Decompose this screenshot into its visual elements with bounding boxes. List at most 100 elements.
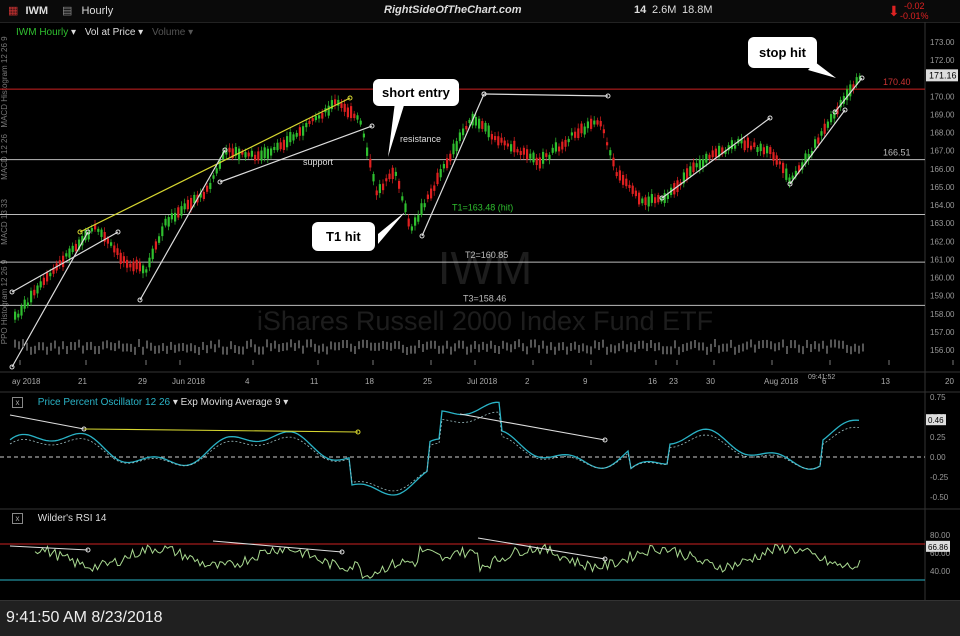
candle-body [154,241,157,250]
volume-label[interactable]: Volume [152,27,185,38]
candle-body [449,153,452,162]
candle-body [606,142,609,146]
date-tick-label: Jun 2018 [172,377,205,386]
volume-bar [490,340,492,349]
volume-bar [58,346,60,355]
volume-bar [786,346,788,355]
volume-bar [54,340,56,349]
candle-body [260,150,263,161]
close-icon[interactable]: x [12,397,23,408]
resistance-label: resistance [400,134,441,144]
volume-bar [126,343,128,352]
candle-body [714,148,717,157]
volume-bar [326,346,328,355]
volume-bar [754,344,756,353]
volume-bar [662,346,664,355]
volume-bar [174,344,176,353]
date-tick-label: 25 [423,377,432,386]
price-tick-label: 166.00 [930,165,955,174]
candle-body [711,150,714,158]
candle-body [366,147,369,156]
volume-bar [202,341,204,350]
candle-body [23,299,26,309]
candle-body [362,133,365,138]
candle-body [388,173,391,180]
volume-bar [750,339,752,348]
volume-bar [846,344,848,353]
volume-bar [334,342,336,351]
candle-body [106,238,109,244]
candle-body [100,229,103,237]
volume-bar [170,341,172,350]
candle-body [244,152,247,158]
volume-bar [530,339,532,348]
candle-body [186,199,189,210]
candle-body [375,190,378,196]
price-tick-label: 168.00 [930,129,955,138]
ppo-tick-label: -0.50 [930,493,949,502]
volume-bar [822,340,824,349]
ppo-signal-label[interactable]: Exp Moving Average 9 [181,397,281,408]
close-icon[interactable]: x [12,513,23,524]
volume-bar [602,339,604,348]
volume-bar [770,341,772,350]
candle-body [151,248,154,260]
date-tick-label: Aug 2018 [764,377,799,386]
ppo-signal-line [9,411,860,492]
candle-body [481,121,484,129]
volume-bar [274,340,276,349]
candle-body [785,168,788,180]
volume-bar [22,339,24,348]
volume-bar [114,343,116,352]
trend-line [139,149,226,301]
volume-bar [434,340,436,349]
volume-bar [638,340,640,349]
candle-body [529,153,532,159]
side-indicator-label: MACD Histogram 12 26 9 [0,36,9,128]
volume-bar [478,344,480,353]
price-level-label: T1=163.48 (hit) [452,202,513,212]
candle-body [177,207,180,218]
support-label: support [303,157,334,167]
candle-body [161,226,164,237]
candle-body [618,170,621,181]
ppo-panel-legend: x Price Percent Oscillator 12 26 ▾ Exp M… [12,397,288,408]
ppo-current-label: 0.46 [928,416,944,425]
candle-body [359,120,362,125]
candle-body [455,141,458,152]
candle-body [74,243,77,251]
candle-body [266,148,269,159]
chart-canvas[interactable]: IWMiShares Russell 2000 Index Fund ETFMA… [0,22,960,600]
price-series-label[interactable]: IWM Hourly [16,27,68,38]
symbol-selector[interactable]: ▦ IWM [8,4,48,17]
interval-selector[interactable]: ▤ Hourly [62,4,113,17]
date-tick-label: 9 [583,377,588,386]
volume-bar [362,339,364,348]
volume-bar [190,343,192,352]
volume-bar [826,345,828,354]
rsi-trend-line [212,540,343,553]
volume-bar [134,346,136,355]
vol-at-price-label[interactable]: Vol at Price [85,27,136,38]
candle-body [564,139,567,147]
candle-body [17,313,20,318]
volume-bar [186,344,188,353]
volume-bar [206,345,208,354]
rsi-label[interactable]: Wilder's RSI 14 [38,513,107,524]
candle-body [442,163,445,169]
volume-bar [794,340,796,349]
volume-bar [774,343,776,352]
ppo-label[interactable]: Price Percent Oscillator 12 26 [38,397,170,408]
date-tick-label: 20 [945,377,954,386]
candle-body [276,142,279,151]
candle-body [513,140,516,153]
volume-bar [502,340,504,349]
volume-bar [406,346,408,355]
side-indicator-label: MACD 13 33 [0,199,9,245]
candle-body [90,228,93,232]
chart-area[interactable]: IWM iShares Russell 2000 Index Fund ETF MA… [0,22,960,600]
date-tick-label: 13 [881,377,890,386]
site-title: RightSideOfTheChart.com [384,4,522,16]
candle-body [401,196,404,201]
candle-body [622,174,625,185]
